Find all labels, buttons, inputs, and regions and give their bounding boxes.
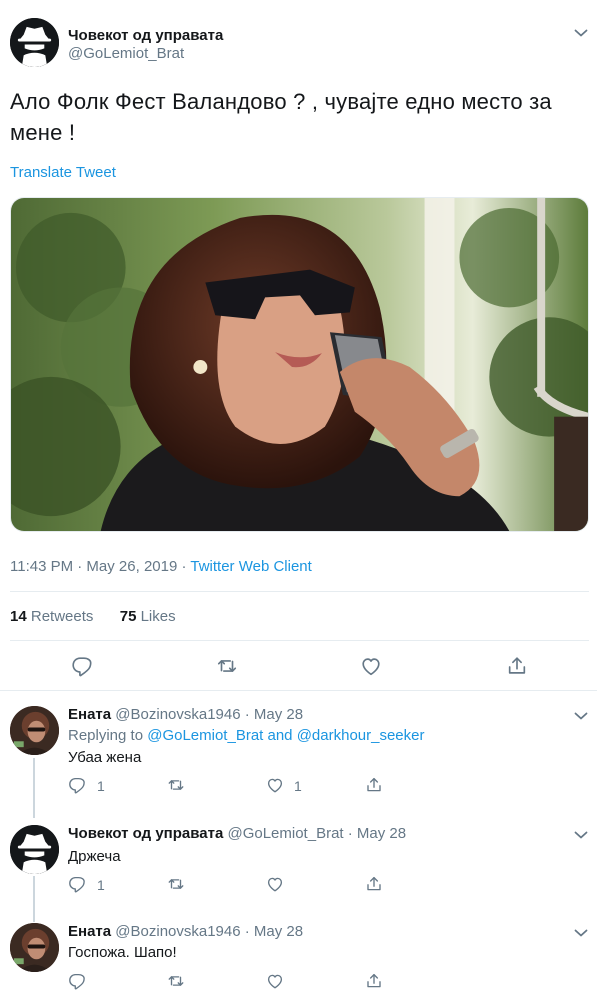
reply-author-name[interactable]: Ената: [68, 706, 111, 723]
tweet-text: Ало Фолк Фест Валандово ? , чувајте едно…: [10, 89, 552, 145]
share-button[interactable]: [506, 655, 528, 677]
heart-icon: [266, 972, 284, 990]
author-name[interactable]: Човекот од управата: [68, 27, 223, 44]
likes-count[interactable]: 75: [120, 608, 137, 625]
reply-header: Ената @Bozinovska1946 · May 28: [68, 923, 303, 940]
reply-author-name[interactable]: Човекот од управата: [68, 825, 223, 842]
retweets-label[interactable]: Retweets: [31, 608, 94, 625]
tweet-timestamp: 11:43 PM · May 26, 2019 · Twitter Web Cl…: [10, 558, 312, 575]
reply-text: Убаа жена: [68, 749, 142, 766]
likes-label[interactable]: Likes: [141, 608, 176, 625]
chevron-down-icon: [574, 928, 588, 938]
more-options-button[interactable]: [574, 928, 588, 938]
heart-icon: [266, 875, 284, 893]
chevron-down-icon: [574, 711, 588, 721]
replying-to-users[interactable]: @GoLemiot_Brat and @darkhour_seeker: [147, 727, 424, 744]
share-button[interactable]: [365, 972, 383, 990]
reply-button[interactable]: [68, 875, 86, 893]
spy-avatar-icon: [10, 825, 59, 874]
like-button[interactable]: [360, 655, 382, 677]
client-link[interactable]: Twitter Web Client: [190, 558, 311, 575]
share-button[interactable]: [365, 875, 383, 893]
reply-icon: [68, 875, 86, 893]
more-options-button[interactable]: [574, 711, 588, 721]
author-handle[interactable]: @GoLemiot_Brat: [68, 45, 184, 62]
reply-author-avatar[interactable]: [10, 825, 59, 874]
reply-button[interactable]: [71, 655, 93, 677]
retweet-button[interactable]: [167, 875, 185, 893]
retweet-icon: [216, 655, 238, 677]
reply-icon: [68, 776, 86, 794]
reply-text: Држеча: [68, 848, 121, 865]
reply-count: 1: [97, 778, 105, 794]
share-icon: [365, 875, 383, 893]
user-photo-icon: [10, 706, 59, 755]
like-button[interactable]: [266, 972, 284, 990]
replying-to: Replying to @GoLemiot_Brat and @darkhour…: [68, 727, 424, 744]
author-avatar[interactable]: [10, 18, 59, 67]
retweet-button[interactable]: [167, 972, 185, 990]
divider: [10, 640, 589, 641]
chevron-down-icon: [574, 28, 588, 38]
spy-avatar-icon: [10, 18, 59, 67]
retweets-count[interactable]: 14: [10, 608, 27, 625]
thread-line: [33, 758, 35, 818]
thread-line: [33, 876, 35, 922]
share-icon: [506, 655, 528, 677]
divider: [10, 591, 589, 592]
tweet-photo[interactable]: [10, 197, 589, 532]
reply-icon: [71, 655, 93, 677]
reply-count: 1: [97, 877, 105, 893]
reply-button[interactable]: [68, 972, 86, 990]
reply-text: Госпожа. Шапо!: [68, 944, 177, 961]
user-photo-icon: [10, 923, 59, 972]
tweet-stats: 14 Retweets 75 Likes: [10, 608, 176, 625]
reply-icon: [68, 972, 86, 990]
share-button[interactable]: [365, 776, 383, 794]
replying-to-prefix: Replying to: [68, 727, 148, 744]
reply-header: Човекот од управата @GoLemiot_Brat · May…: [68, 825, 406, 842]
reply-author-name[interactable]: Ената: [68, 923, 111, 940]
reply-header: Ената @Bozinovska1946 · May 28: [68, 706, 303, 723]
like-count: 1: [294, 778, 302, 794]
retweet-icon: [167, 875, 185, 893]
reply-author-handle[interactable]: @Bozinovska1946 · May 28: [115, 923, 303, 940]
divider: [0, 690, 597, 691]
retweet-icon: [167, 972, 185, 990]
reply-author-avatar[interactable]: [10, 706, 59, 755]
reply-button[interactable]: [68, 776, 86, 794]
more-options-button[interactable]: [574, 830, 588, 840]
translate-tweet-link[interactable]: Translate Tweet: [10, 164, 116, 181]
heart-icon: [266, 776, 284, 794]
woman-on-phone-photo: [11, 198, 588, 531]
more-options-button[interactable]: [574, 28, 588, 38]
timestamp-text[interactable]: 11:43 PM · May 26, 2019 ·: [10, 558, 190, 575]
retweet-button[interactable]: [167, 776, 185, 794]
heart-icon: [360, 655, 382, 677]
share-icon: [365, 972, 383, 990]
share-icon: [365, 776, 383, 794]
like-button[interactable]: [266, 875, 284, 893]
reply-author-avatar[interactable]: [10, 923, 59, 972]
chevron-down-icon: [574, 830, 588, 840]
like-button[interactable]: [266, 776, 284, 794]
reply-author-handle[interactable]: @Bozinovska1946 · May 28: [115, 706, 303, 723]
reply-author-handle[interactable]: @GoLemiot_Brat · May 28: [227, 825, 406, 842]
retweet-button[interactable]: [216, 655, 238, 677]
retweet-icon: [167, 776, 185, 794]
